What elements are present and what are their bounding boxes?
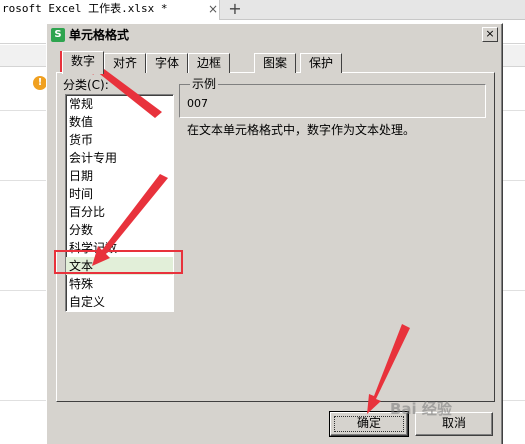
arrow-to-text-category-icon bbox=[92, 174, 168, 266]
tab-number[interactable]: 数字 bbox=[62, 51, 105, 74]
watermark: Bai 经验 bbox=[390, 400, 452, 418]
